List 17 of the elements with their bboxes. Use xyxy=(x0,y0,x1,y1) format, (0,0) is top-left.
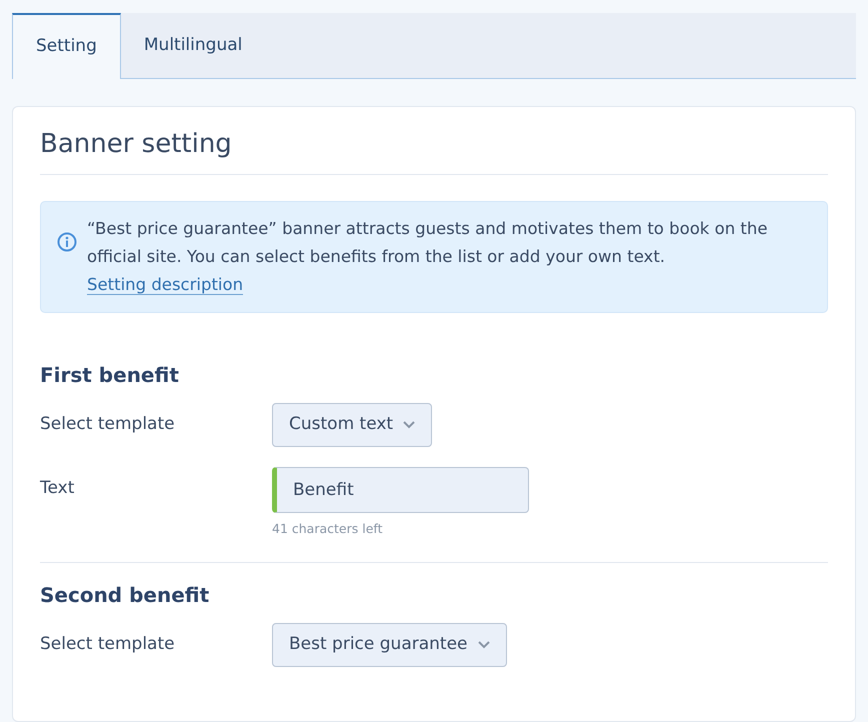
template-dropdown[interactable]: Custom text xyxy=(272,403,432,448)
characters-left-hint: 41 characters left xyxy=(272,520,382,538)
tab[interactable]: Setting xyxy=(12,13,121,79)
text-field[interactable]: Benefit xyxy=(272,467,529,514)
field-label: Select template xyxy=(40,632,176,656)
section-title: First benefit xyxy=(40,363,180,388)
field-label: Select template xyxy=(40,413,176,436)
chevron-down-icon xyxy=(478,640,490,649)
info-text: “Best price guarantee” banner attracts guests and motivates them to book on the official site. You can select benefits from the list or add your own text. Setting description xyxy=(87,218,768,298)
section-title: Second benefit xyxy=(40,582,210,607)
field-label: Text xyxy=(40,477,76,500)
template-dropdown[interactable]: Best price guarantee xyxy=(272,622,507,667)
info-icon xyxy=(57,232,77,252)
card-title: Banner setting xyxy=(40,129,828,176)
setting-description-link[interactable]: Setting description xyxy=(87,275,244,296)
tab[interactable]: Multilingual xyxy=(120,13,266,79)
chevron-down-icon xyxy=(403,421,416,430)
